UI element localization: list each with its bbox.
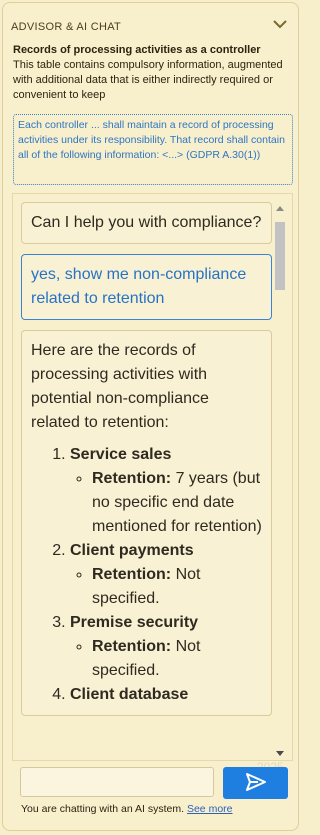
panel-header[interactable]: ADVISOR & AI CHAT [11,17,290,35]
item-title: Client payments [70,542,194,559]
scrollbar-thumb[interactable] [275,222,285,290]
send-button[interactable] [223,767,288,799]
item-detail: Retention: Not specified. [92,635,262,683]
item-detail: Retention: Not specified. [92,563,262,611]
table-info: Records of processing activities as a co… [13,43,290,103]
list-item: Client database [70,683,262,707]
assistant-message: Can I help you with compliance? [21,202,272,244]
chat-window: Can I help you with compliance? yes, sho… [12,193,293,761]
chat-input-row [20,767,290,799]
scroll-up-arrow-icon[interactable] [276,206,284,211]
see-more-link[interactable]: See more [187,803,233,815]
scroll-down-arrow-icon[interactable] [276,751,284,756]
list-item: Service sales Retention: 7 years (but no… [70,443,262,539]
chat-scrollbar[interactable] [273,204,286,758]
chat-input[interactable] [20,767,214,797]
item-title: Service sales [70,446,172,463]
response-list: Service sales Retention: 7 years (but no… [31,443,262,707]
regulation-quote: Each controller ... shall maintain a rec… [13,114,293,185]
list-item: Premise security Retention: Not specifie… [70,611,262,683]
table-description: This table contains compulsory informati… [13,59,283,101]
disclaimer-text: You are chatting with an AI system. [21,803,185,815]
list-item: Client payments Retention: Not specified… [70,539,262,611]
ai-disclaimer: You are chatting with an AI system. See … [21,803,233,815]
user-message: yes, show me non-compliance related to r… [21,254,272,320]
response-intro: Here are the records of processing activ… [31,342,209,431]
advisor-chat-panel: 2024-12-04 2024-12-04 2024-12-04 2024-11… [2,2,299,831]
send-icon [245,772,267,794]
assistant-response: Here are the records of processing activ… [21,330,272,716]
item-title: Client database [70,686,189,703]
panel-title: ADVISOR & AI CHAT [11,21,122,33]
chat-messages: Can I help you with compliance? yes, sho… [21,202,272,757]
table-title: Records of processing activities as a co… [13,44,261,56]
item-detail: Retention: 7 years (but no specific end … [92,467,262,539]
item-title: Premise security [70,614,199,631]
chevron-down-icon[interactable] [272,17,288,31]
